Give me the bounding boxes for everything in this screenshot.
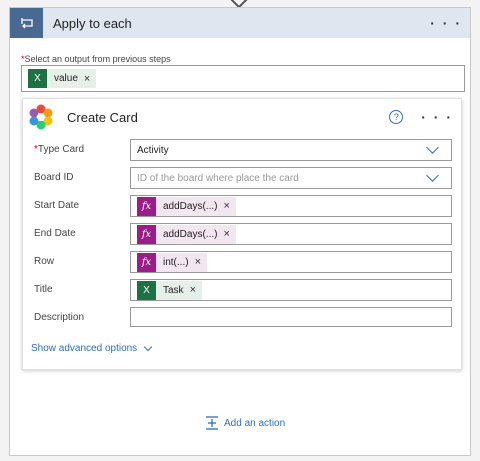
row-token-label: int(...) [163, 256, 189, 268]
title-token-label: Task [163, 284, 184, 296]
value-token[interactable]: X value × [28, 69, 97, 88]
description-label: Description [34, 312, 85, 323]
add-action-label: Add an action [224, 417, 286, 429]
scope-header[interactable]: Apply to each · · · [10, 8, 470, 38]
excel-icon: X [137, 280, 156, 300]
row-row: Row fx int(...) × [23, 251, 463, 273]
select-output-label-text: Select an output from previous steps [24, 54, 171, 64]
create-card-action: Create Card ? · · · *Type Card Activity … [22, 98, 462, 370]
end-date-token[interactable]: fx addDays(...) × [137, 224, 236, 244]
remove-token-icon[interactable]: × [223, 200, 229, 212]
board-id-dropdown[interactable]: ID of the board where place the card [130, 167, 452, 189]
board-id-row: Board ID ID of the board where place the… [23, 167, 463, 189]
expression-icon: fx [137, 224, 156, 244]
add-action-button[interactable]: Add an action [205, 416, 285, 430]
loop-icon [10, 8, 43, 38]
description-field[interactable] [130, 307, 452, 327]
board-id-label: Board ID [34, 172, 74, 183]
start-date-token[interactable]: fx addDays(...) × [137, 196, 236, 216]
board-id-placeholder: ID of the board where place the card [137, 172, 299, 184]
chevron-down-icon [426, 169, 439, 182]
remove-token-icon[interactable]: × [84, 73, 90, 85]
row-label: Row [34, 256, 55, 267]
remove-token-icon[interactable]: × [195, 256, 201, 268]
title-field[interactable]: X Task × [130, 279, 452, 301]
show-advanced-options-label: Show advanced options [31, 343, 138, 354]
card-menu-button[interactable]: · · · [421, 110, 461, 124]
remove-token-icon[interactable]: × [190, 284, 196, 296]
title-label: Title [34, 284, 53, 295]
start-date-row: Start Date fx addDays(...) × [23, 195, 463, 217]
expression-icon: fx [137, 252, 156, 272]
help-icon[interactable]: ? [389, 110, 404, 124]
title-row: Title X Task × [23, 279, 463, 301]
select-output-label: *Select an output from previous steps [21, 54, 171, 64]
scope-title: Apply to each [53, 15, 132, 31]
start-date-field[interactable]: fx addDays(...) × [130, 195, 452, 217]
card-logo-icon [27, 103, 55, 131]
chevron-down-icon [143, 342, 153, 351]
show-advanced-options-link[interactable]: Show advanced options [31, 342, 153, 354]
end-date-field[interactable]: fx addDays(...) × [130, 223, 452, 245]
row-field[interactable]: fx int(...) × [130, 251, 452, 273]
type-card-label-text: Type Card [37, 144, 85, 155]
end-date-token-label: addDays(...) [163, 228, 218, 240]
description-row: Description [23, 307, 463, 329]
title-token[interactable]: X Task × [137, 280, 202, 300]
chevron-down-icon [426, 141, 439, 154]
end-date-row: End Date fx addDays(...) × [23, 223, 463, 245]
scope-menu-button[interactable]: · · · [430, 16, 470, 30]
type-card-row: *Type Card Activity [23, 139, 463, 161]
type-card-label: *Type Card [34, 144, 85, 155]
select-output-field[interactable]: X value × [21, 65, 465, 92]
type-card-dropdown[interactable]: Activity [130, 139, 452, 161]
card-title: Create Card [67, 109, 138, 125]
row-token[interactable]: fx int(...) × [137, 252, 207, 272]
card-header[interactable]: Create Card ? · · · [23, 99, 461, 135]
start-date-token-label: addDays(...) [163, 200, 218, 212]
start-date-label: Start Date [34, 200, 80, 211]
type-card-value: Activity [137, 144, 169, 156]
expression-icon: fx [137, 196, 156, 216]
end-date-label: End Date [34, 228, 76, 239]
remove-token-icon[interactable]: × [223, 228, 229, 240]
add-action-icon [206, 416, 218, 430]
value-token-label: value [54, 73, 78, 84]
excel-icon: X [28, 69, 47, 88]
